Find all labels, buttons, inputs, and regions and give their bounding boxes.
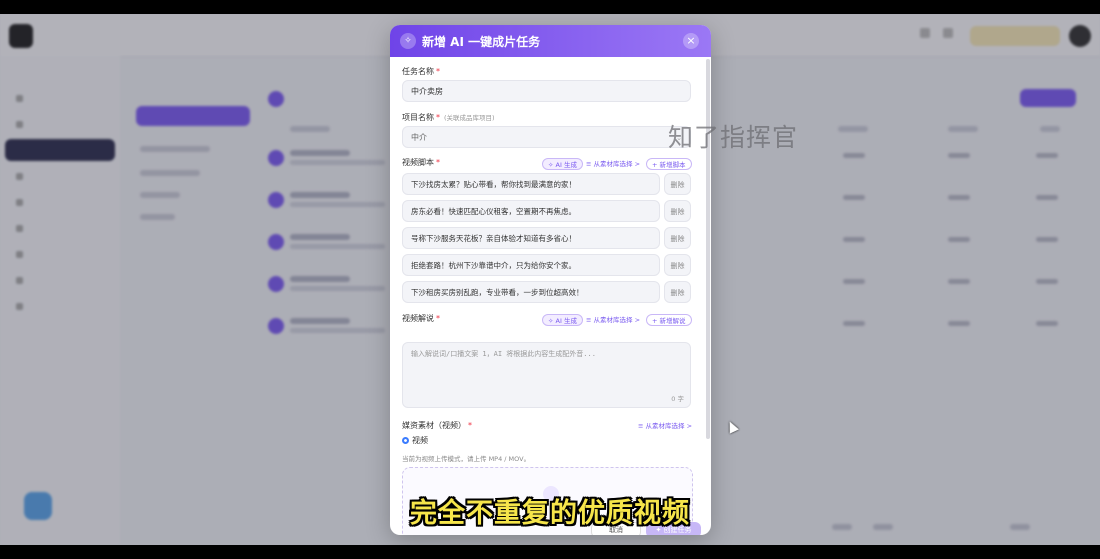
narration-ai-generate-button[interactable]: ✧ AI 生成 [542,314,583,326]
script-item[interactable]: 号称下沙服务天花板？亲自体验才知道有多省心！ [402,227,660,249]
delete-script-button[interactable]: 删除 [664,173,691,195]
video-subtitle: 完全不重复的优质视频 [410,498,690,529]
modal-header: ✧ 新增 AI 一键成片任务 × [390,25,711,57]
modal-scrollbar[interactable] [706,59,710,439]
script-item[interactable]: 下沙找房太累？贴心带看，帮你找到最满意的家！ [402,173,660,195]
narration-library-button[interactable]: ≡ 从素材库选择 > [581,314,645,326]
new-task-modal: ✧ 新增 AI 一键成片任务 × 任务名称 * 中介卖房 项目名称 * (关联成品库项… [390,25,711,535]
narration-textarea[interactable]: 输入解说词/口播文案 1，AI 将根据此内容生成配外音... 0 字 [402,342,691,408]
script-item[interactable]: 房东必看！快速匹配心仪租客，空置期不再焦虑。 [402,200,660,222]
script-ai-generate-button[interactable]: ✧ AI 生成 [542,158,583,170]
script-item[interactable]: 下沙租房买房别乱跑，专业带看，一步到位超高效！ [402,281,660,303]
script-label: 视频脚本 * [402,158,440,167]
media-library-button[interactable]: ≡ 从素材库选择 > [633,420,697,432]
script-item[interactable]: 拒绝套路！杭州下沙靠谱中介，只为给你安个家。 [402,254,660,276]
delete-script-button[interactable]: 删除 [664,281,691,303]
project-select[interactable]: 中介 ⌄ [402,126,691,148]
task-name-label: 任务名称 * [402,67,440,76]
char-count: 0 字 [671,395,684,403]
media-note: 当前为视频上传模式，请上传 MP4 / MOV。 [402,455,531,463]
modal-title: 新增 AI 一键成片任务 [422,35,541,49]
add-script-button[interactable]: + 新增脚本 [646,158,692,170]
delete-script-button[interactable]: 删除 [664,200,691,222]
add-narration-button[interactable]: + 新增解说 [646,314,692,326]
app-frame: ✧ 新增 AI 一键成片任务 × 任务名称 * 中介卖房 项目名称 * (关联成品库项… [0,14,1100,545]
sparkle-icon: ✧ [400,33,416,49]
narration-label: 视频解说 * [402,314,440,323]
radio-selected-icon [402,437,409,444]
delete-script-button[interactable]: 删除 [664,254,691,276]
delete-script-button[interactable]: 删除 [664,227,691,249]
task-name-input[interactable]: 中介卖房 [402,80,691,102]
narration-placeholder: 输入解说词/口播文案 1，AI 将根据此内容生成配外音... [411,350,596,358]
media-type-radio[interactable]: 视频 [402,435,428,446]
media-label: 媒资素材（视频） * [402,421,472,430]
close-icon[interactable]: × [683,33,699,49]
script-library-button[interactable]: ≡ 从素材库选择 > [581,158,645,170]
watermark-text: 知了指挥官 [668,123,799,152]
project-label: 项目名称 * (关联成品库项目) [402,113,495,122]
